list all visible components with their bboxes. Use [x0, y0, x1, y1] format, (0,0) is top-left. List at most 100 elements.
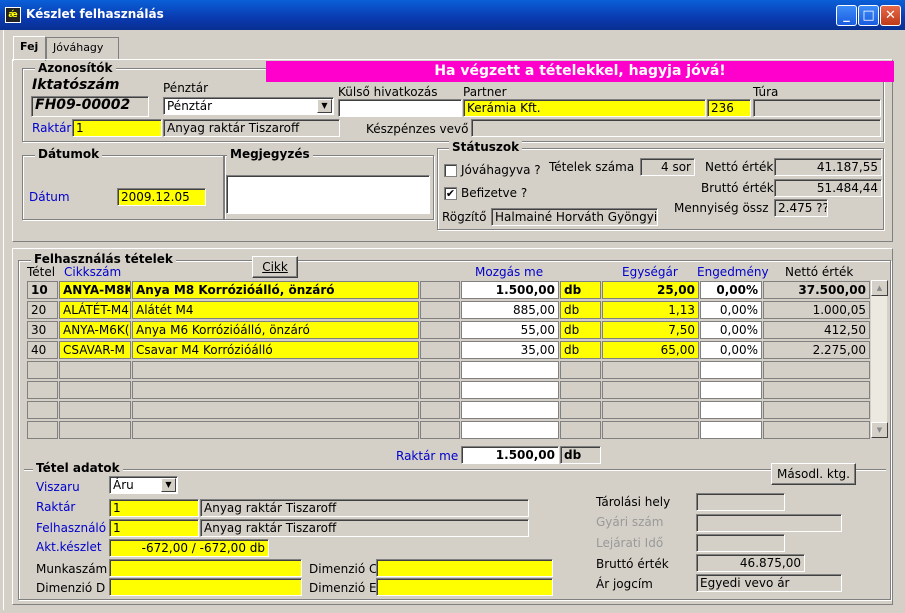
- netto-cell[interactable]: 37.500,00: [763, 281, 870, 299]
- engedmeny-cell: [700, 361, 762, 379]
- tetel-cell[interactable]: 20: [27, 301, 58, 319]
- netto-cell[interactable]: 1.000,05: [763, 301, 870, 319]
- akt-keszlet-field: -672,00 / -672,00 db: [109, 539, 269, 557]
- partner-code-field[interactable]: 236: [707, 99, 751, 117]
- tarolasi-label: Tárolási hely: [596, 495, 671, 509]
- lejarati-field: [696, 534, 785, 552]
- raktar-code-field[interactable]: 1: [72, 119, 162, 137]
- scroll-up-icon[interactable]: ▲: [871, 280, 888, 296]
- felhasznalo-label: Felhasználó: [36, 521, 107, 535]
- scroll-down-icon[interactable]: ▼: [871, 422, 888, 438]
- penztar-label: Pénztár: [163, 81, 209, 95]
- mozgas-cell: [461, 361, 559, 379]
- egysegar-cell[interactable]: 7,50: [602, 321, 699, 339]
- tab-fej[interactable]: Fej: [13, 36, 46, 61]
- maximize-button[interactable]: □: [858, 5, 879, 26]
- tetel-cell: [27, 361, 58, 379]
- title-bar: ǽ Készlet felhasználás _ □ ✕: [0, 0, 905, 30]
- engedmeny-cell[interactable]: 0,00%: [700, 341, 762, 359]
- mozgas-cell[interactable]: 885,00: [461, 301, 559, 319]
- col-egysegar-header: Egységár: [622, 265, 678, 279]
- cikk-button[interactable]: Cikk: [252, 256, 298, 278]
- engedmeny-cell[interactable]: 0,00%: [700, 301, 762, 319]
- egysegar-cell[interactable]: 65,00: [602, 341, 699, 359]
- befizetve-label: Befizetve ?: [461, 186, 528, 200]
- megnevezes-cell[interactable]: Anya M6 Korrózióálló, önzáró: [132, 321, 419, 339]
- megnevezes-cell: [132, 381, 419, 399]
- befizetve-checkbox[interactable]: ✔: [444, 187, 457, 200]
- tetelek-title: Felhasználás tételek: [31, 252, 176, 266]
- me-cell[interactable]: db: [560, 341, 601, 359]
- jovahagyva-label: Jóváhagyva ?: [461, 163, 541, 177]
- cikkszam-cell[interactable]: ANYA-M6K(: [59, 321, 131, 339]
- masodl-ktg-button[interactable]: Másodl. ktg.: [771, 463, 856, 485]
- tab-jovahagy[interactable]: Jóváhagy: [46, 37, 119, 59]
- megnevezes-cell: [132, 361, 419, 379]
- engedmeny-cell[interactable]: 0,00%: [700, 281, 762, 299]
- close-button[interactable]: ✕: [880, 5, 901, 26]
- minimize-button[interactable]: _: [836, 5, 857, 26]
- tetel-cell[interactable]: 10: [27, 281, 58, 299]
- raktar-me-field: 1.500,00: [461, 446, 559, 464]
- tetel-adatok-divider: [24, 469, 886, 471]
- netto-field: 41.187,55: [774, 158, 882, 176]
- mennyiseg-field: 2.475 ??: [774, 199, 828, 217]
- raktar-name-field: Anyag raktár Tiszaroff: [163, 119, 340, 137]
- megjegyzes-field[interactable]: [226, 175, 430, 214]
- raktar-me-unit: db: [560, 446, 601, 464]
- mozgas-cell[interactable]: 1.500,00: [461, 281, 559, 299]
- tetel-cell[interactable]: 30: [27, 321, 58, 339]
- dimenzio-c-label: Dimenzió C: [309, 562, 378, 576]
- cikkszam-cell[interactable]: ALÁTÉT-M4: [59, 301, 131, 319]
- tetel-raktar-name: Anyag raktár Tiszaroff: [200, 499, 529, 517]
- mozgas-cell[interactable]: 55,00: [461, 321, 559, 339]
- window-title: Készlet felhasználás: [26, 7, 164, 21]
- tarolasi-field[interactable]: [696, 493, 785, 511]
- keszpenzes-field[interactable]: [471, 119, 881, 137]
- col-netto-header: Nettó érték: [785, 265, 854, 279]
- engedmeny-cell[interactable]: 0,00%: [700, 321, 762, 339]
- me-cell[interactable]: db: [560, 301, 601, 319]
- chevron-down-icon[interactable]: ▼: [317, 99, 332, 113]
- netto-cell[interactable]: 412,50: [763, 321, 870, 339]
- megnevezes-cell[interactable]: Csavar M4 Korrózióálló: [132, 341, 419, 359]
- blank-cell: [420, 401, 460, 419]
- megnevezes-cell: [132, 401, 419, 419]
- tetelek-szama-label: Tételek száma: [549, 160, 635, 174]
- megnevezes-cell[interactable]: Anya M8 Korrózióálló, önzáró: [132, 281, 419, 299]
- engedmeny-cell: [700, 401, 762, 419]
- cikkszam-cell[interactable]: ANYA-M8K(: [59, 281, 131, 299]
- cikkszam-cell[interactable]: CSAVAR-M: [59, 341, 131, 359]
- dimenzio-d-field[interactable]: [109, 578, 302, 596]
- egysegar-cell[interactable]: 25,00: [602, 281, 699, 299]
- egysegar-cell[interactable]: 1,13: [602, 301, 699, 319]
- egysegar-cell: [602, 381, 699, 399]
- penztar-select[interactable]: Pénztár ▼: [163, 97, 334, 115]
- ar-jogcim-label: Ár jogcím: [596, 577, 653, 591]
- mozgas-cell: [461, 401, 559, 419]
- me-cell[interactable]: db: [560, 281, 601, 299]
- dimenzio-e-field[interactable]: [376, 578, 553, 596]
- dimenzio-c-field[interactable]: [376, 559, 553, 577]
- munkaszam-field[interactable]: [109, 559, 302, 577]
- partner-field[interactable]: Kerámia Kft.: [463, 99, 706, 117]
- chevron-down-icon[interactable]: ▼: [161, 478, 176, 492]
- kulso-field[interactable]: [338, 99, 462, 117]
- jovahagyva-checkbox[interactable]: [444, 164, 457, 177]
- megnevezes-cell[interactable]: Alátét M4: [132, 301, 419, 319]
- felhasznalo-code[interactable]: 1: [109, 519, 199, 537]
- tetel-raktar-code[interactable]: 1: [109, 499, 199, 517]
- gyari-label: Gyári szám: [596, 515, 664, 529]
- grid-scrollbar[interactable]: ▲ ▼: [870, 280, 888, 438]
- tetel-cell[interactable]: 40: [27, 341, 58, 359]
- blank-cell: [420, 421, 460, 439]
- app-icon[interactable]: ǽ: [5, 7, 21, 23]
- blank-cell: [420, 321, 460, 339]
- tura-field[interactable]: [753, 99, 881, 117]
- blank-cell: [420, 361, 460, 379]
- mozgas-cell[interactable]: 35,00: [461, 341, 559, 359]
- viszaru-select[interactable]: Áru ▼: [109, 476, 178, 494]
- netto-cell[interactable]: 2.275,00: [763, 341, 870, 359]
- me-cell[interactable]: db: [560, 321, 601, 339]
- datum-field[interactable]: 2009.12.05: [117, 188, 206, 206]
